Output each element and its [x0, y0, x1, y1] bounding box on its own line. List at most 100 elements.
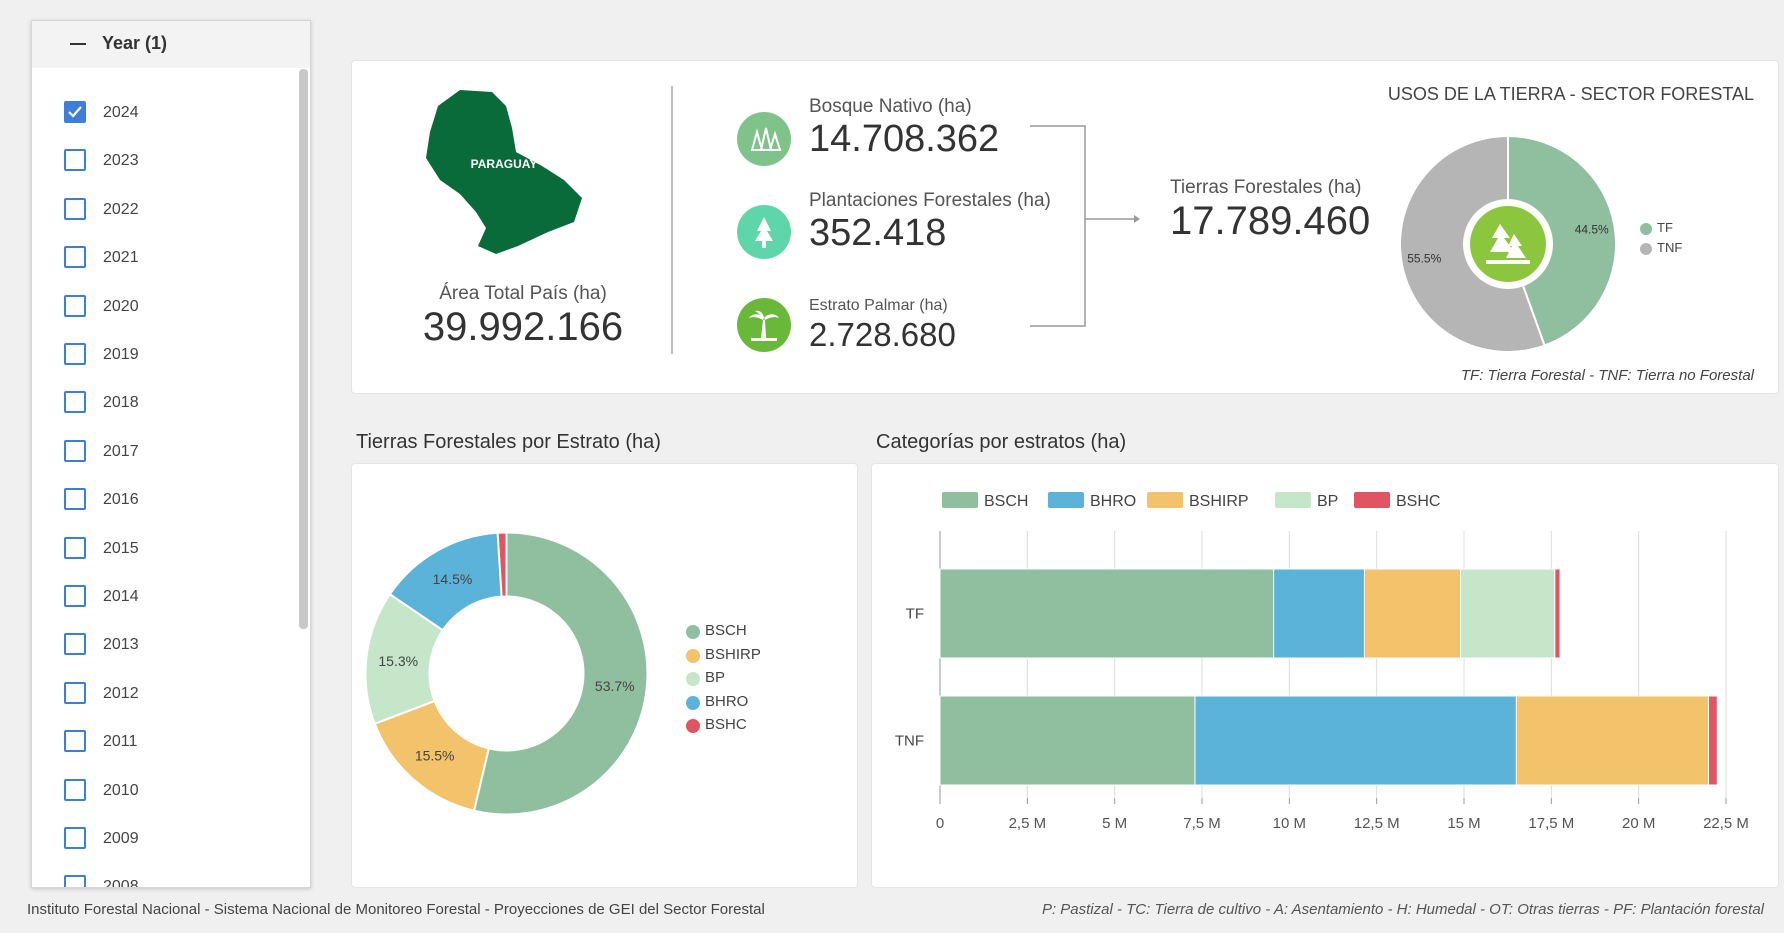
bar-segment-tnf-bhro[interactable] [1194, 695, 1517, 786]
checkbox[interactable] [64, 633, 86, 656]
x-tick-label: 15 M [1447, 815, 1480, 832]
year-option[interactable]: 2016 [32, 478, 300, 522]
x-tick-label: 7,5 M [1183, 815, 1221, 832]
year-filter-title: Year (1) [102, 33, 168, 53]
x-tick-label: 17,5 M [1528, 815, 1574, 832]
bar-segment-tnf-bshc[interactable] [1708, 695, 1718, 786]
area-total-value: 39.992.166 [422, 305, 624, 349]
checkbox[interactable] [64, 294, 86, 317]
legend-dot [686, 648, 700, 663]
legend-item-bhro[interactable]: BHRO [1048, 492, 1136, 510]
legend-dot [686, 695, 700, 710]
paraguay-map: PARAGUAY [426, 90, 582, 254]
legend-item-bshc[interactable]: BSHC [1354, 492, 1440, 510]
bar-segment-tf-bsch[interactable] [939, 568, 1275, 659]
year-filter-header[interactable]: Year (1) [32, 21, 310, 68]
donut-slice-label: 14.5% [433, 571, 473, 587]
year-option[interactable]: 2023 [32, 139, 300, 183]
area-total-label: Área Total País (ha) [439, 283, 607, 304]
pie-slice-label: 44.5% [1575, 222, 1609, 236]
year-option[interactable]: 2020 [32, 285, 300, 329]
checkbox[interactable] [64, 585, 86, 607]
year-option[interactable]: 2013 [32, 623, 300, 667]
estrato-donut-chart: 53.7% 15.5% 15.3% 14.5% [364, 531, 649, 816]
year-option[interactable]: 2014 [32, 575, 300, 619]
checkbox[interactable] [64, 246, 86, 269]
bosque-nativo-value: 14.708.362 [809, 118, 1000, 160]
year-option[interactable]: 2019 [32, 333, 300, 377]
checkbox[interactable] [64, 827, 86, 849]
legend-label: TF [1657, 220, 1673, 235]
x-tick-label: 12,5 M [1354, 815, 1400, 832]
year-option[interactable]: 2009 [32, 817, 300, 861]
pine-tree-icon [737, 205, 791, 259]
legend-swatch [1354, 492, 1390, 508]
footer-legend-note: P: Pastizal - TC: Tierra de cultivo - A:… [1041, 901, 1764, 918]
legend-item-bp[interactable]: BP [1275, 492, 1338, 510]
year-option-label: 2013 [103, 636, 139, 654]
checkbox[interactable] [64, 778, 86, 801]
checkbox[interactable] [64, 536, 86, 559]
palmar-value: 2.728.680 [809, 316, 956, 353]
donut-slice-label: 15.5% [415, 747, 455, 763]
bar-segment-tnf-bshirp[interactable] [1515, 695, 1710, 786]
bar-segment-tf-bshc[interactable] [1554, 568, 1561, 659]
year-option-label: 2023 [103, 152, 139, 170]
y-category-label: TNF [895, 733, 924, 750]
categorias-bar-chart: 0 2,5 M 5 M 7,5 M 10 M 12,5 M 15 M 17,5 M 20 M 22… [895, 492, 1749, 832]
legend-swatch [1048, 492, 1084, 508]
checkbox[interactable] [64, 149, 86, 172]
palm-tree-icon [737, 298, 791, 352]
year-option[interactable]: 2017 [32, 430, 300, 474]
year-option[interactable]: 2015 [32, 527, 300, 571]
legend-item-bshirp[interactable]: BSHIRP [1147, 492, 1249, 510]
year-list-scrollbar[interactable] [299, 69, 308, 629]
legend-swatch [1275, 492, 1311, 508]
donut-slice-label: 53.7% [595, 678, 635, 694]
bar-segment-tnf-bsch[interactable] [939, 695, 1196, 786]
x-tick-label: 2,5 M [1009, 815, 1047, 832]
checkbox[interactable] [64, 343, 86, 365]
legend-label: BHRO [1090, 493, 1136, 510]
year-option[interactable]: 2011 [32, 720, 300, 764]
year-option[interactable]: 2018 [32, 381, 300, 425]
legend-dot [686, 719, 700, 733]
x-tick-label: 5 M [1102, 815, 1127, 832]
checkbox[interactable] [64, 730, 86, 753]
forest-badge-icon [1470, 206, 1546, 282]
checkbox[interactable] [64, 488, 86, 511]
forest-icon [737, 112, 791, 166]
tierras-forestales-value: 17.789.460 [1170, 199, 1371, 243]
year-option[interactable]: 2022 [32, 188, 300, 232]
map-label: PARAGUAY [471, 157, 538, 171]
year-option[interactable]: 2012 [32, 672, 300, 716]
legend-label: TNF [1657, 240, 1683, 255]
bar-segment-tf-bp[interactable] [1460, 568, 1556, 659]
year-option[interactable]: 2021 [32, 236, 300, 280]
year-option[interactable]: 2008 [32, 865, 300, 887]
collapse-icon[interactable] [70, 43, 86, 45]
legend-item-bsch[interactable]: BSCH [942, 492, 1028, 510]
checkbox[interactable] [64, 439, 86, 462]
checkbox-checked[interactable] [64, 101, 86, 123]
year-option[interactable]: 2024 [32, 91, 300, 135]
categorias-section-title: Categorías por estratos (ha) [876, 431, 1127, 453]
legend-label: BSHIRP [1189, 493, 1249, 510]
bar-segment-tf-bhro[interactable] [1273, 568, 1365, 659]
usos-center-badge [1463, 199, 1553, 289]
year-option-label: 2020 [103, 297, 139, 315]
divider [671, 86, 673, 354]
usos-note: TF: Tierra Forestal - TNF: Tierra no For… [1460, 367, 1754, 384]
checkbox[interactable] [64, 875, 86, 887]
legend-label: BP [705, 669, 726, 686]
checkbox[interactable] [64, 197, 86, 220]
year-option-label: 2012 [103, 684, 139, 702]
legend-dot [686, 625, 700, 639]
checkbox[interactable] [64, 391, 86, 414]
year-option[interactable]: 2010 [32, 769, 300, 813]
year-option-label: 2014 [103, 588, 139, 605]
bar-segment-tf-bshirp[interactable] [1363, 568, 1462, 659]
checkbox[interactable] [64, 681, 86, 704]
check-icon [68, 106, 82, 118]
legend-dot [1640, 243, 1652, 255]
